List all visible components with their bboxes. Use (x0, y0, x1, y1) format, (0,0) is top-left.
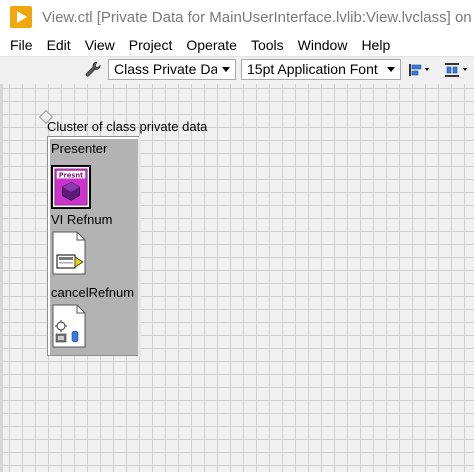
chevron-down-icon[interactable] (217, 60, 235, 79)
menu-help[interactable]: Help (354, 35, 397, 55)
font-select-value: 15pt Application Font (247, 61, 378, 77)
menu-view[interactable]: View (78, 35, 122, 55)
menu-tools[interactable]: Tools (244, 35, 291, 55)
window-title: View.ctl [Private Data for MainUserInter… (42, 8, 474, 26)
menu-window[interactable]: Window (291, 35, 355, 55)
class-data-select-value: Class Private Data (114, 61, 230, 77)
align-objects-icon[interactable] (405, 61, 435, 79)
chevron-down-icon[interactable] (382, 60, 400, 79)
cancel-refnum-label[interactable]: cancelRefnum (51, 285, 134, 300)
title-bar: View.ctl [Private Data for MainUserInter… (0, 0, 474, 34)
vi-refnum-icon[interactable] (51, 231, 87, 275)
distribute-objects-icon[interactable] (442, 61, 472, 79)
presenter-label[interactable]: Presenter (51, 141, 107, 156)
menu-file[interactable]: File (0, 35, 40, 55)
labview-run-icon[interactable] (10, 6, 32, 28)
font-select[interactable]: 15pt Application Font (241, 59, 401, 80)
cluster-label[interactable]: Cluster of class private data (47, 119, 207, 134)
event-refnum-icon[interactable] (51, 304, 87, 348)
menu-project[interactable]: Project (122, 35, 180, 55)
toolbar: Class Private Data 15pt Application Font (0, 56, 474, 85)
vi-refnum-label[interactable]: VI Refnum (51, 212, 112, 227)
menu-operate[interactable]: Operate (179, 35, 244, 55)
presenter-icon-text: Presnt (59, 172, 84, 180)
class-data-select[interactable]: Class Private Data (108, 59, 236, 80)
presenter-class-icon[interactable]: Presnt (51, 165, 91, 209)
menu-bar: File Edit View Project Operate Tools Win… (0, 34, 474, 56)
wrench-icon[interactable] (85, 61, 103, 79)
menu-edit[interactable]: Edit (40, 35, 78, 55)
